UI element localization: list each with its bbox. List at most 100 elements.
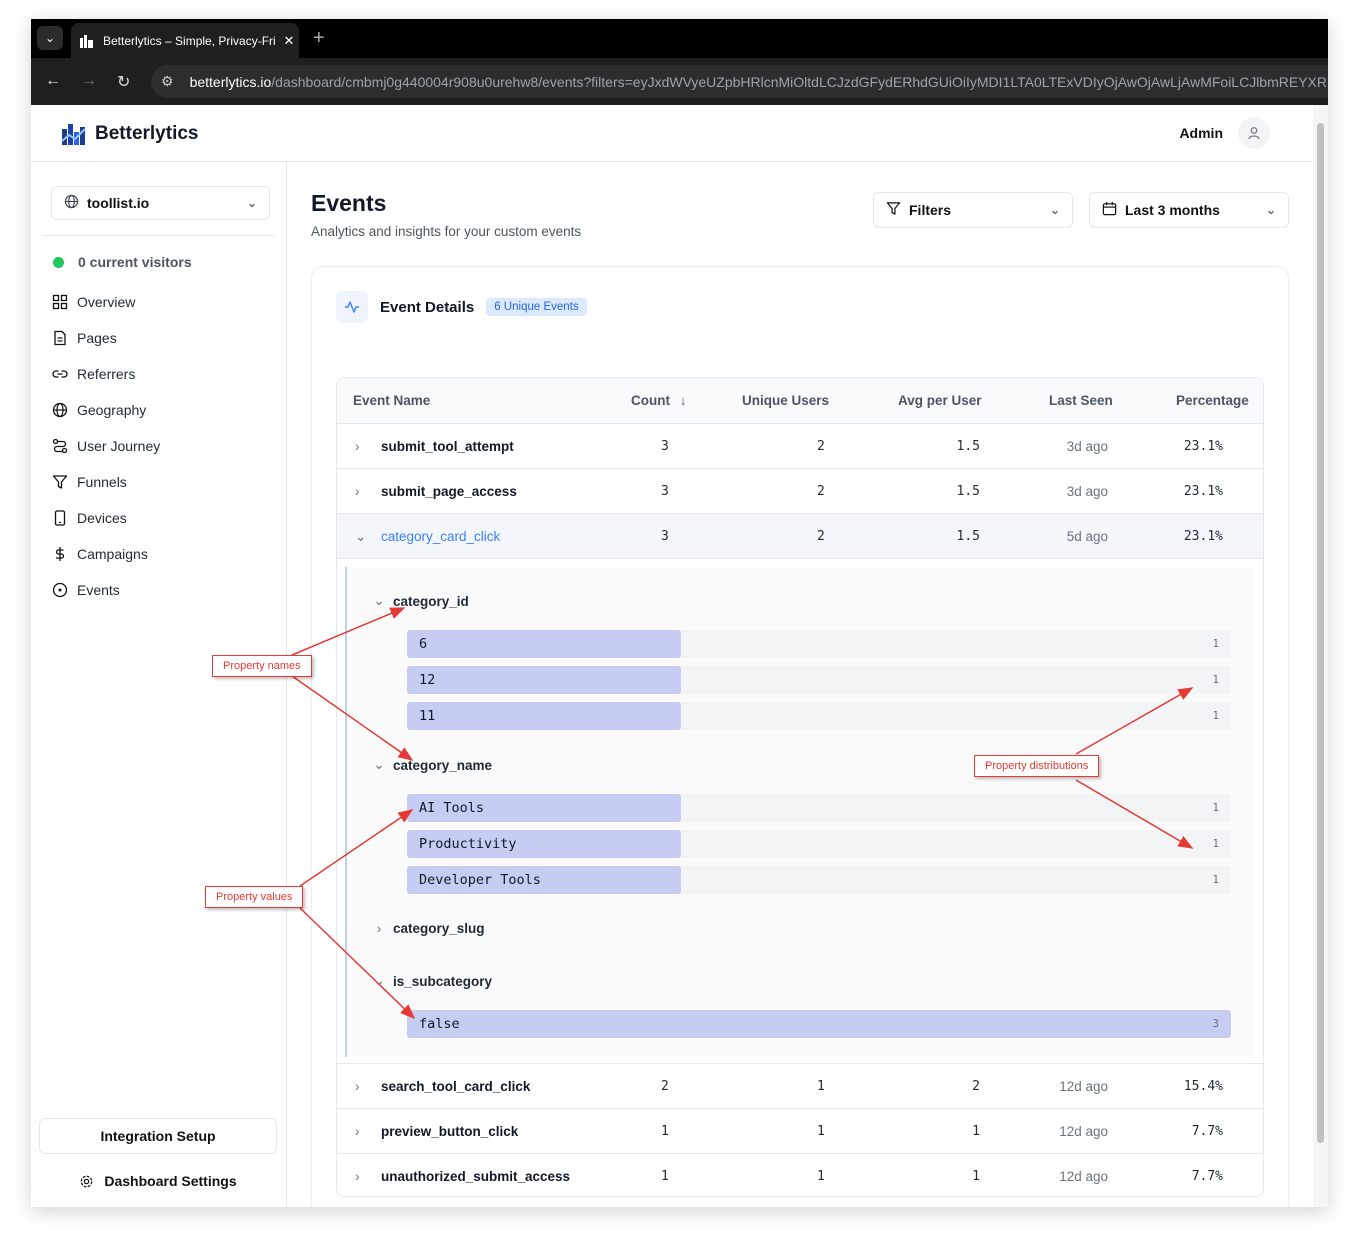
property-value-count: 1 [1212, 801, 1219, 814]
chevron-right-icon[interactable]: › [355, 469, 360, 515]
event-details-card: Event Details 6 Unique Events Event Name… [311, 266, 1289, 1207]
property-distributions-callout: Property distributions [974, 755, 1100, 777]
property-name: category_id [393, 593, 469, 609]
sidebar-item-user-journey[interactable]: User Journey [51, 428, 160, 464]
col-last-seen[interactable]: Last Seen [1049, 378, 1113, 424]
event-percentage: 23.1% [1183, 439, 1223, 454]
chevron-down-icon[interactable]: ⌄ [355, 514, 366, 560]
property-value: AI Tools [419, 800, 485, 816]
event-name: submit_page_access [381, 484, 517, 499]
chevron-right-icon[interactable]: › [355, 1109, 360, 1155]
reload-icon[interactable]: ↻ [117, 72, 130, 92]
brand-logo[interactable]: Betterlytics [61, 121, 199, 147]
property-value: Developer Tools [419, 872, 541, 888]
sidebar-item-geography[interactable]: Geography [51, 392, 160, 428]
back-icon[interactable]: ← [45, 72, 61, 90]
col-avg-per-user[interactable]: Avg per User [898, 378, 982, 424]
app-header: Betterlytics Admin [31, 105, 1313, 162]
table-row[interactable]: ⌄ category_card_click 3 2 1.5 5d ago 23.1% [337, 514, 1263, 559]
new-tab-icon[interactable]: + [313, 27, 325, 50]
col-count-label: Count [631, 393, 670, 408]
event-count: 3 [661, 529, 669, 544]
event-name: unauthorized_submit_access [381, 1169, 571, 1184]
sidebar-item-label: Geography [77, 402, 147, 418]
chevron-right-icon[interactable]: › [355, 1154, 360, 1196]
event-name: submit_tool_attempt [381, 439, 514, 454]
col-count[interactable]: Count ↓ [631, 378, 687, 424]
forward-icon[interactable]: → [81, 72, 97, 90]
event-avg-per-user: 1 [972, 1169, 980, 1184]
property-value-count: 1 [1212, 709, 1219, 722]
site-info-icon[interactable]: ⚙ [161, 73, 174, 90]
sidebar-item-label: Referrers [77, 366, 136, 382]
events-table: Event Name Count ↓ Unique Users Avg per … [336, 377, 1264, 1197]
distribution-bar [407, 702, 681, 730]
dashboard-settings-button[interactable]: Dashboard Settings [39, 1163, 277, 1199]
col-event-name[interactable]: Event Name [353, 378, 430, 424]
live-dot-icon [53, 256, 64, 268]
phone-icon [51, 509, 69, 527]
table-row[interactable]: › unauthorized_submit_access 1 1 1 12d ago 7.7… [337, 1154, 1263, 1196]
event-avg-per-user: 2 [972, 1079, 980, 1094]
tab-close-icon[interactable]: ✕ [279, 33, 299, 49]
property-value: 6 [419, 636, 428, 652]
sidebar-item-label: Overview [77, 294, 136, 310]
property-value-count: 1 [1212, 837, 1219, 850]
arrow-down-icon: ↓ [679, 393, 687, 408]
tab-search-button[interactable]: ⌄ [37, 26, 63, 50]
chevron-down-icon[interactable]: ⌄ [369, 973, 389, 989]
sidebar-item-events[interactable]: Events [51, 572, 160, 608]
integration-setup-button[interactable]: Integration Setup [39, 1118, 277, 1154]
table-row[interactable]: › preview_button_click 1 1 1 12d ago 7.7% [337, 1109, 1263, 1154]
event-avg-per-user: 1.5 [956, 529, 980, 544]
sidebar-item-pages[interactable]: Pages [51, 320, 160, 356]
table-row[interactable]: › submit_page_access 3 2 1.5 3d ago 23.1% [337, 469, 1263, 514]
main-content: Events Analytics and insights for your c… [287, 162, 1313, 1207]
page-scrollbar[interactable] [1313, 105, 1328, 1207]
date-range-button[interactable]: Last 3 months ⌄ [1089, 192, 1289, 228]
favicon-icon [79, 33, 95, 49]
filters-label: Filters [909, 202, 952, 218]
event-avg-per-user: 1 [972, 1124, 980, 1139]
address-bar: ← → ↻ ⚙ betterlytics.io/dashboard/cmbmj0… [31, 58, 1328, 105]
avatar[interactable] [1238, 117, 1270, 149]
property-values-callout: Property values [205, 886, 304, 908]
event-percentage: 7.7% [1191, 1124, 1223, 1139]
sidebar-item-overview[interactable]: Overview [51, 284, 160, 320]
event-avg-per-user: 1.5 [956, 484, 980, 499]
dashboard-settings-label: Dashboard Settings [104, 1173, 237, 1189]
chevron-right-icon[interactable]: › [369, 921, 389, 936]
site-selector[interactable]: toollist.io ⌄ [51, 186, 270, 220]
chevron-down-icon[interactable]: ⌄ [369, 593, 389, 609]
property-category-slug[interactable]: › category_slug [377, 921, 485, 936]
property-is-subcategory[interactable]: ⌄ is_subcategory [373, 973, 492, 989]
filters-button[interactable]: Filters ⌄ [873, 192, 1073, 228]
sidebar-item-label: Pages [77, 330, 117, 346]
event-unique-users: 1 [817, 1169, 825, 1184]
browser-tab[interactable]: Betterlytics – Simple, Privacy-Fri ✕ [71, 23, 299, 58]
col-percentage[interactable]: Percentage [1176, 378, 1249, 424]
property-category-name[interactable]: ⌄ category_name [373, 757, 492, 773]
date-range-label: Last 3 months [1125, 202, 1220, 218]
event-last-seen: 5d ago [1066, 529, 1108, 544]
sidebar-item-campaigns[interactable]: Campaigns [51, 536, 160, 572]
table-row[interactable]: › submit_tool_attempt 3 2 1.5 3d ago 23.1% [337, 424, 1263, 469]
chevron-down-icon[interactable]: ⌄ [369, 757, 389, 773]
col-unique-users[interactable]: Unique Users [742, 378, 829, 424]
sidebar-item-funnels[interactable]: Funnels [51, 464, 160, 500]
property-value-count: 1 [1212, 637, 1219, 650]
event-name: preview_button_click [381, 1124, 519, 1139]
event-count: 1 [661, 1124, 669, 1139]
event-unique-users: 2 [817, 529, 825, 544]
url-field[interactable]: ⚙ betterlytics.io/dashboard/cmbmj0g44000… [151, 65, 1328, 98]
chevron-right-icon[interactable]: › [355, 1064, 360, 1110]
scrollbar-thumb[interactable] [1317, 123, 1324, 1143]
table-row[interactable]: › search_tool_card_click 2 1 2 12d ago 15.4% [337, 1064, 1263, 1109]
chevron-right-icon[interactable]: › [355, 424, 360, 470]
globe-icon [64, 194, 79, 212]
sidebar-item-devices[interactable]: Devices [51, 500, 160, 536]
sidebar-item-label: Events [77, 582, 120, 598]
event-percentage: 23.1% [1183, 484, 1223, 499]
sidebar-item-referrers[interactable]: Referrers [51, 356, 160, 392]
property-category-id[interactable]: ⌄ category_id [373, 593, 469, 609]
